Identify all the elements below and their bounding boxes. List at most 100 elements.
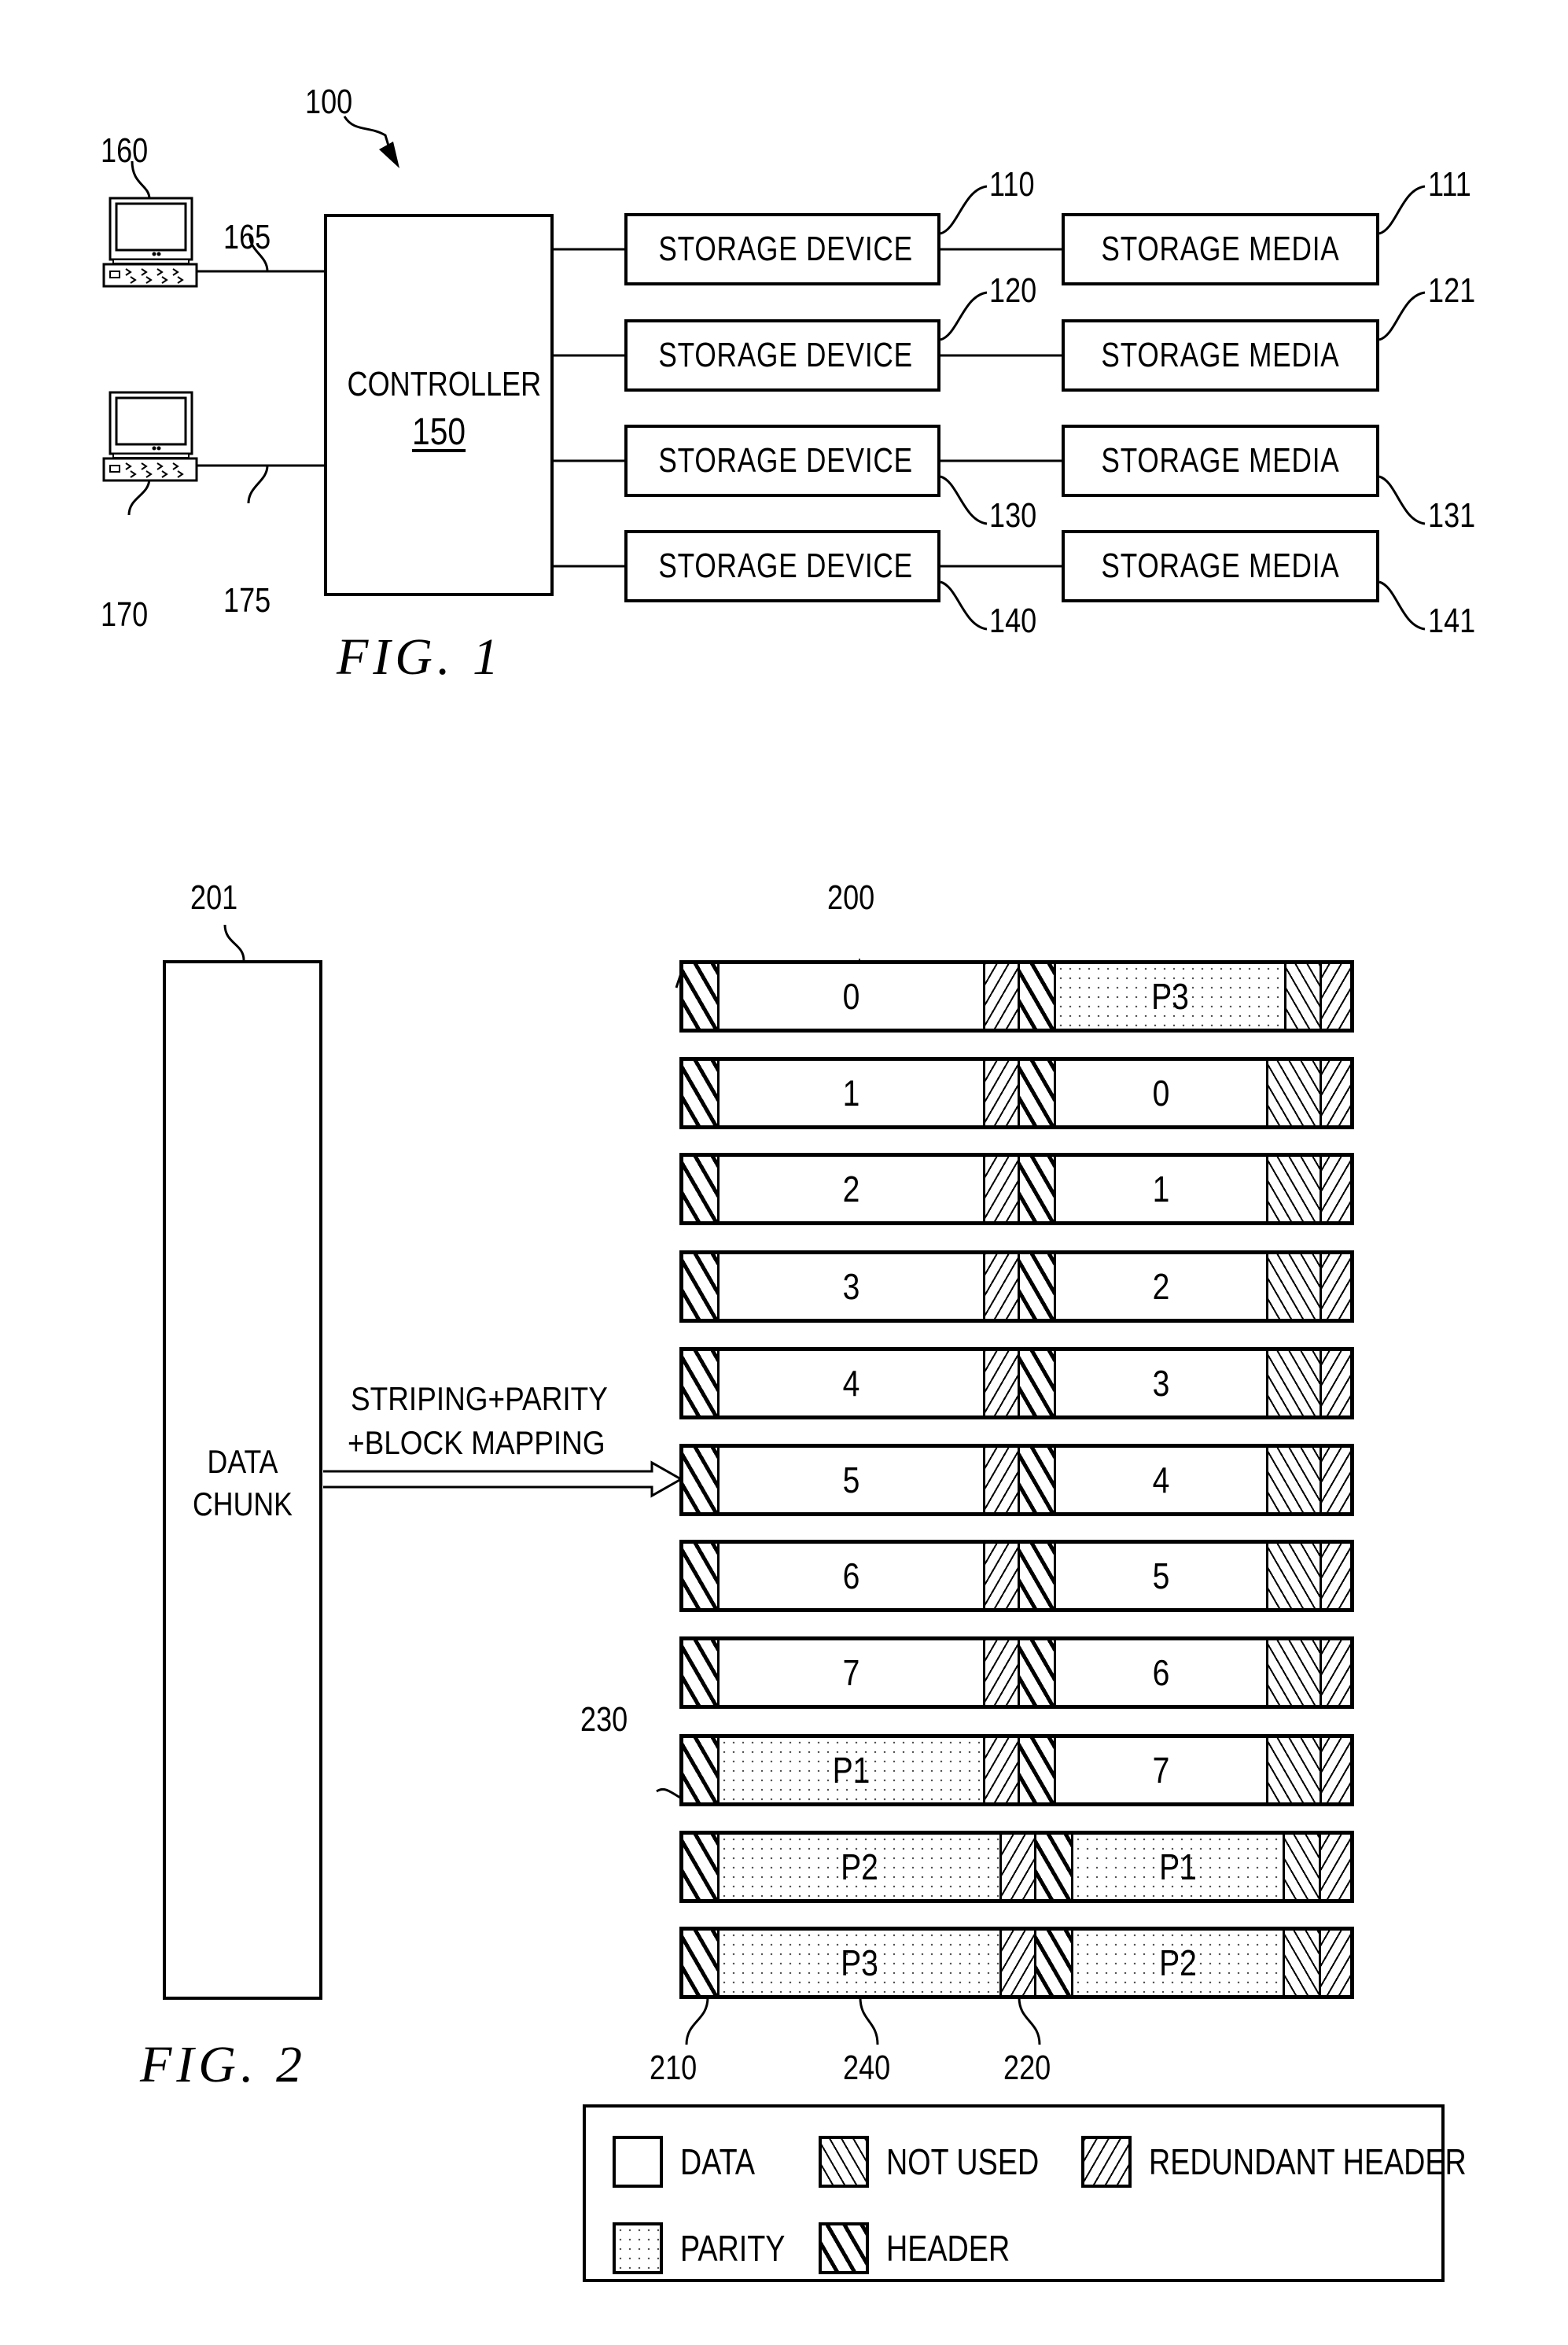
not-used-block[interactable]	[1268, 1738, 1322, 1802]
not-used-block[interactable]	[1268, 1254, 1322, 1319]
redundant-header-block[interactable]	[985, 1640, 1020, 1705]
redundant-header-block[interactable]	[1002, 1931, 1036, 1995]
data-block[interactable]: 6	[720, 1544, 985, 1608]
header-block[interactable]	[1020, 1351, 1056, 1415]
data-chunk-box[interactable]: DATA CHUNK	[163, 960, 322, 2000]
header-block[interactable]	[683, 1931, 720, 1995]
redundant-swatch-icon	[1081, 2136, 1132, 2188]
leader-240	[859, 1997, 879, 2045]
legend-label: DATA	[680, 2141, 756, 2182]
parity-block[interactable]: P2	[1073, 1931, 1285, 1995]
header-block[interactable]	[683, 1835, 720, 1899]
data-block[interactable]: 5	[1056, 1544, 1268, 1608]
redundant-header-block[interactable]	[1322, 1544, 1350, 1608]
stripe-row: 65	[679, 1540, 1354, 1612]
header-block[interactable]	[1020, 1157, 1056, 1221]
not-used-block[interactable]	[1268, 1061, 1322, 1125]
header-block[interactable]	[1020, 1061, 1056, 1125]
data-block[interactable]: 2	[720, 1157, 985, 1221]
header-block[interactable]	[683, 964, 720, 1029]
redundant-header-block[interactable]	[1002, 1835, 1036, 1899]
redundant-header-block[interactable]	[1322, 1738, 1350, 1802]
block-label: P1	[1159, 1846, 1197, 1887]
not-used-block[interactable]	[1285, 1931, 1321, 1995]
header-block[interactable]	[1020, 1738, 1056, 1802]
redundant-header-block[interactable]	[1322, 1254, 1350, 1319]
row-gap-ref: 230	[580, 1700, 628, 1739]
header-block[interactable]	[683, 1738, 720, 1802]
redundant-header-block[interactable]	[985, 1351, 1020, 1415]
redundant-header-block[interactable]	[985, 1061, 1020, 1125]
data-block[interactable]: 2	[1056, 1254, 1268, 1319]
not-used-block[interactable]	[1268, 1351, 1322, 1415]
data-block[interactable]: 1	[1056, 1157, 1268, 1221]
data-block[interactable]: 0	[720, 964, 985, 1029]
data-chunk-ref: 201	[190, 878, 238, 917]
data-block[interactable]: 4	[1056, 1448, 1268, 1512]
block-label: P3	[841, 1942, 878, 1983]
block-label: 4	[1152, 1460, 1170, 1500]
header-block[interactable]	[683, 1254, 720, 1319]
parity-block[interactable]: P2	[720, 1835, 1002, 1899]
parity-block[interactable]: P1	[720, 1738, 985, 1802]
header-ref: 210	[650, 2049, 698, 2087]
header-block[interactable]	[1020, 1254, 1056, 1319]
redundant-header-block[interactable]	[1322, 1448, 1350, 1512]
parity-block[interactable]: P1	[1073, 1835, 1285, 1899]
header-block[interactable]	[1036, 1931, 1073, 1995]
block-label: 6	[842, 1555, 860, 1596]
header-block[interactable]	[1020, 1640, 1056, 1705]
not-used-block[interactable]	[1285, 1835, 1321, 1899]
block-label: P2	[1159, 1942, 1197, 1983]
redundant-header-block[interactable]	[1322, 1061, 1350, 1125]
header-block[interactable]	[683, 1544, 720, 1608]
header-block[interactable]	[683, 1640, 720, 1705]
header-block[interactable]	[683, 1351, 720, 1415]
data-block[interactable]: 3	[1056, 1351, 1268, 1415]
stripe-ref: 200	[827, 878, 875, 917]
header-block[interactable]	[683, 1448, 720, 1512]
not-used-block[interactable]	[1268, 1544, 1322, 1608]
notused-swatch-icon	[819, 2136, 869, 2188]
data-block[interactable]: 6	[1056, 1640, 1268, 1705]
legend-label: PARITY	[680, 2228, 786, 2269]
data-block[interactable]: 4	[720, 1351, 985, 1415]
block-label: 5	[842, 1460, 860, 1500]
stripe-row: P3 P2	[679, 1927, 1354, 1999]
data-swatch-icon	[613, 2136, 663, 2188]
redundant-header-block[interactable]	[1321, 1835, 1350, 1899]
data-block[interactable]: 7	[720, 1640, 985, 1705]
data-block[interactable]: 3	[720, 1254, 985, 1319]
data-block[interactable]: 5	[720, 1448, 985, 1512]
legend-item-header: HEADER	[819, 2222, 1037, 2274]
not-used-block[interactable]	[1268, 1448, 1322, 1512]
header-block[interactable]	[1020, 964, 1056, 1029]
header-block[interactable]	[1020, 1448, 1056, 1512]
not-used-block[interactable]	[1286, 964, 1322, 1029]
parity-block[interactable]: P3	[1056, 964, 1286, 1029]
data-block[interactable]: 7	[1056, 1738, 1268, 1802]
not-used-block[interactable]	[1268, 1640, 1322, 1705]
header-block[interactable]	[1020, 1544, 1056, 1608]
redundant-header-block[interactable]	[985, 1448, 1020, 1512]
redundant-header-block[interactable]	[985, 1738, 1020, 1802]
redundant-header-block[interactable]	[1322, 964, 1350, 1029]
redundant-header-block[interactable]	[985, 1544, 1020, 1608]
parity-block[interactable]: P3	[720, 1931, 1002, 1995]
redundant-header-block[interactable]	[985, 964, 1020, 1029]
header-block[interactable]	[683, 1061, 720, 1125]
header-block[interactable]	[683, 1157, 720, 1221]
redundant-header-block[interactable]	[985, 1157, 1020, 1221]
redundant-header-block[interactable]	[1322, 1640, 1350, 1705]
redundant-header-block[interactable]	[1321, 1931, 1350, 1995]
redundant-header-block[interactable]	[1322, 1157, 1350, 1221]
not-used-block[interactable]	[1268, 1157, 1322, 1221]
data-block[interactable]: 0	[1056, 1061, 1268, 1125]
data-chunk-label-2: CHUNK	[193, 1485, 293, 1522]
redundant-header-block[interactable]	[1322, 1351, 1350, 1415]
leader-220	[1018, 1997, 1041, 2045]
header-block[interactable]	[1036, 1835, 1073, 1899]
data-block[interactable]: 1	[720, 1061, 985, 1125]
redundant-header-block[interactable]	[985, 1254, 1020, 1319]
header-swatch-icon	[819, 2222, 869, 2274]
